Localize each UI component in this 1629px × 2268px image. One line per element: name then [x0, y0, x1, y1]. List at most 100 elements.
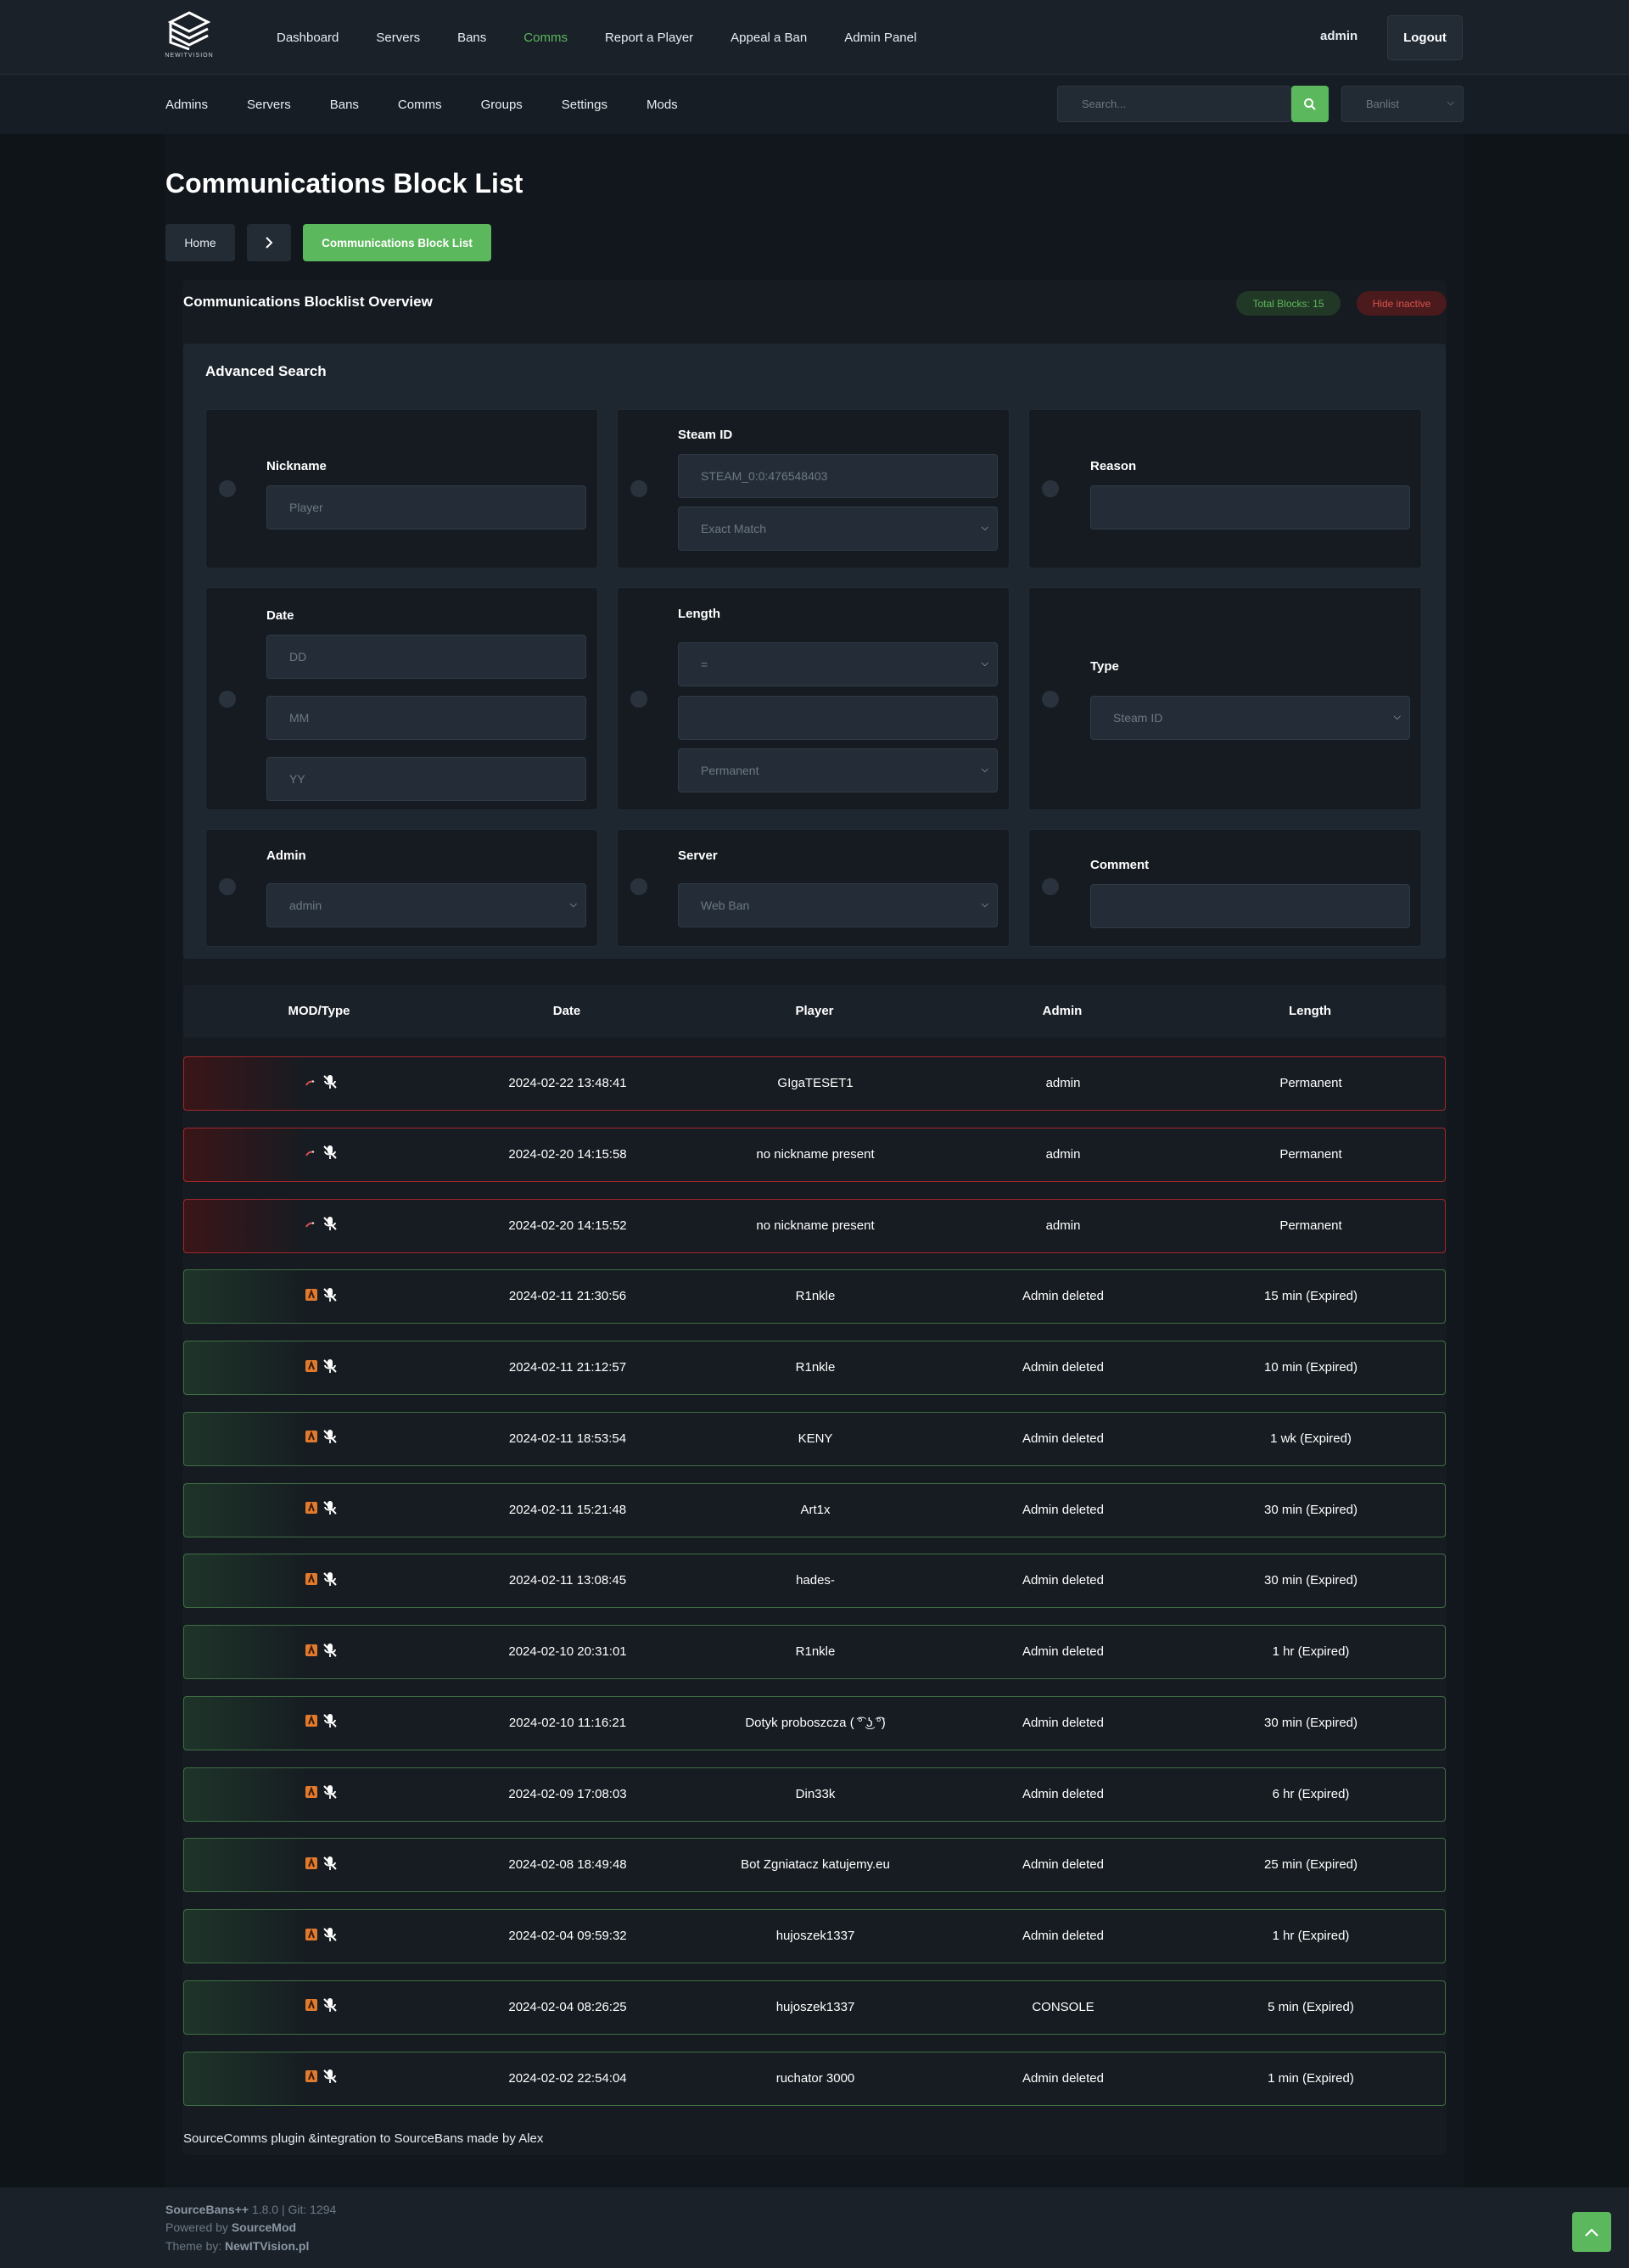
footer-sourcebans-link[interactable]: SourceBans++	[165, 2203, 249, 2216]
hide-inactive-toggle[interactable]: Hide inactive	[1357, 291, 1447, 316]
subnav-settings[interactable]: Settings	[562, 98, 607, 112]
cell-date: 2024-02-08 18:49:48	[508, 1857, 627, 1873]
mod-type-cell	[305, 1500, 345, 1520]
cell-player[interactable]: R1nkle	[796, 1360, 836, 1375]
chevron-down-icon: ⌵	[981, 523, 988, 533]
date-day-input[interactable]: DD	[266, 635, 586, 679]
table-row[interactable]: 2024-02-02 22:54:04 ruchator 3000 Admin de…	[183, 2051, 1446, 2106]
mod-type-cell	[305, 1855, 345, 1875]
mic-muted-icon	[322, 1855, 339, 1876]
cell-player[interactable]: R1nkle	[796, 1644, 836, 1659]
search-input[interactable]: Search...	[1057, 86, 1291, 122]
comment-input[interactable]	[1090, 884, 1410, 928]
cell-length: 1 wk (Expired)	[1270, 1431, 1352, 1446]
table-row[interactable]: 2024-02-20 14:15:52 no nickname present ad…	[183, 1198, 1446, 1253]
nav-servers[interactable]: Servers	[376, 31, 420, 45]
nav-admin-panel[interactable]: Admin Panel	[844, 31, 916, 45]
cell-player[interactable]: R1nkle	[796, 1289, 836, 1303]
cell-player[interactable]: Din33k	[796, 1787, 836, 1801]
cell-player[interactable]: ruchator 3000	[776, 2071, 855, 2086]
subnav-bans[interactable]: Bans	[330, 98, 359, 112]
subnav-mods[interactable]: Mods	[647, 98, 678, 112]
nav-appeal-ban[interactable]: Appeal a Ban	[731, 31, 807, 45]
cell-player[interactable]: hades-	[796, 1573, 835, 1588]
nav-bans[interactable]: Bans	[457, 31, 486, 45]
mic-muted-icon	[322, 1073, 339, 1095]
table-row[interactable]: 2024-02-10 11:16:21 Dotyk proboszcza ( ͡°…	[183, 1695, 1446, 1750]
search-button[interactable]	[1291, 86, 1329, 122]
column-header-length[interactable]: Length	[1289, 1004, 1331, 1018]
footer-sourcemod-link[interactable]: SourceMod	[232, 2220, 296, 2234]
column-header-player[interactable]: Player	[795, 1004, 833, 1018]
nickname-input[interactable]: Player	[266, 485, 586, 529]
steamid-input[interactable]: STEAM_0:0:476548403	[678, 454, 998, 498]
logout-button[interactable]: Logout	[1387, 15, 1463, 60]
cell-length: 6 hr (Expired)	[1272, 1786, 1350, 1801]
cell-player[interactable]: Dotyk proboszcza ( ͡° ͜ʖ ͡°)	[745, 1716, 885, 1730]
cell-player[interactable]: hujoszek1337	[776, 1929, 855, 1943]
reason-radio[interactable]	[1042, 480, 1059, 497]
banlist-select[interactable]: Banlist ⌵	[1341, 86, 1464, 122]
nav-report-player[interactable]: Report a Player	[605, 31, 693, 45]
username-label[interactable]: admin	[1320, 29, 1358, 43]
table-row[interactable]: 2024-02-20 14:15:58 no nickname present ad…	[183, 1127, 1446, 1182]
type-radio[interactable]	[1042, 691, 1059, 708]
nav-dashboard[interactable]: Dashboard	[277, 31, 339, 45]
cell-admin: Admin deleted	[1022, 1715, 1104, 1730]
server-select[interactable]: Web Ban ⌵	[678, 883, 998, 927]
nickname-radio[interactable]	[219, 480, 236, 497]
table-row[interactable]: 2024-02-10 20:31:01 R1nkle Admin deleted 1 …	[183, 1625, 1446, 1679]
subnav-admins[interactable]: Admins	[165, 98, 208, 112]
table-row[interactable]: 2024-02-11 21:30:56 R1nkle Admin deleted 15…	[183, 1269, 1446, 1324]
table-row[interactable]: 2024-02-11 15:21:48 Art1x Admin deleted 30 …	[183, 1482, 1446, 1537]
breadcrumb-current[interactable]: Communications Block List	[303, 224, 491, 261]
cell-player[interactable]: no nickname present	[756, 1218, 874, 1233]
csgo-mod-icon	[305, 1643, 318, 1662]
admin-select[interactable]: admin ⌵	[266, 883, 586, 927]
server-radio[interactable]	[630, 878, 647, 895]
cell-player[interactable]: Art1x	[800, 1503, 830, 1517]
table-row[interactable]: 2024-02-04 09:59:32 hujoszek1337 Admin del…	[183, 1909, 1446, 1963]
cell-player[interactable]: no nickname present	[756, 1147, 874, 1162]
table-row[interactable]: 2024-02-22 13:48:41 GIgaTESET1 admin Perman…	[183, 1056, 1446, 1111]
date-month-input[interactable]: MM	[266, 696, 586, 740]
column-header-admin[interactable]: Admin	[1043, 1004, 1083, 1018]
site-logo[interactable]: NEWITVISION	[165, 10, 213, 63]
steamid-match-select[interactable]: Exact Match ⌵	[678, 507, 998, 551]
reason-input[interactable]	[1090, 485, 1410, 529]
comment-radio[interactable]	[1042, 878, 1059, 895]
cell-player[interactable]: KENY	[798, 1431, 833, 1446]
nav-comms[interactable]: Comms	[523, 31, 568, 45]
footer-theme-link[interactable]: NewITVision.pl	[225, 2239, 309, 2253]
cell-player[interactable]: GIgaTESET1	[777, 1076, 853, 1090]
mod-type-cell	[305, 1216, 345, 1236]
chevron-down-icon: ⌵	[1393, 712, 1401, 722]
cell-length: 1 min (Expired)	[1268, 2070, 1354, 2086]
length-radio[interactable]	[630, 691, 647, 708]
breadcrumb-home[interactable]: Home	[165, 224, 235, 261]
cell-admin: Admin deleted	[1022, 1289, 1104, 1304]
length-operator-select[interactable]: = ⌵	[678, 642, 998, 686]
table-row[interactable]: 2024-02-04 08:26:25 hujoszek1337 CONSOLE 5 …	[183, 1980, 1446, 2035]
admin-radio[interactable]	[219, 878, 236, 895]
subnav-groups[interactable]: Groups	[481, 98, 523, 112]
column-header-mod-type[interactable]: MOD/Type	[288, 1004, 350, 1018]
cell-player[interactable]: Bot Zgniatacz katujemy.eu	[741, 1857, 890, 1872]
cell-player[interactable]: hujoszek1337	[776, 2000, 855, 2014]
column-header-date[interactable]: Date	[553, 1004, 581, 1018]
cell-date: 2024-02-11 13:08:45	[508, 1573, 627, 1588]
steamid-radio[interactable]	[630, 480, 647, 497]
subnav-comms[interactable]: Comms	[398, 98, 442, 112]
length-value-input[interactable]	[678, 696, 998, 740]
subnav-servers[interactable]: Servers	[247, 98, 291, 112]
date-radio[interactable]	[219, 691, 236, 708]
table-row[interactable]: 2024-02-11 18:53:54 KENY Admin deleted 1 wk…	[183, 1411, 1446, 1466]
table-row[interactable]: 2024-02-11 13:08:45 hades- Admin deleted 30…	[183, 1554, 1446, 1609]
table-row[interactable]: 2024-02-11 21:12:57 R1nkle Admin deleted 10…	[183, 1341, 1446, 1395]
type-select[interactable]: Steam ID ⌵	[1090, 696, 1410, 740]
table-row[interactable]: 2024-02-08 18:49:48 Bot Zgniatacz katujem…	[183, 1838, 1446, 1893]
table-row[interactable]: 2024-02-09 17:08:03 Din33k Admin deleted 6 …	[183, 1767, 1446, 1822]
date-year-input[interactable]: YY	[266, 757, 586, 801]
length-unit-select[interactable]: Permanent ⌵	[678, 748, 998, 792]
scroll-to-top-button[interactable]	[1572, 2212, 1611, 2252]
